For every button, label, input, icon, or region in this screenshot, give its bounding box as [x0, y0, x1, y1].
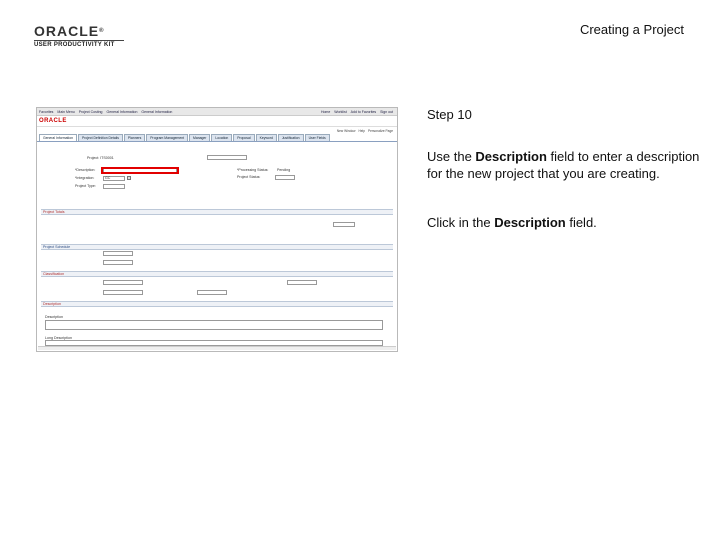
application-screenshot: Favorites Main Menu Project Costing Gene… — [36, 107, 398, 352]
classification-field-1[interactable] — [103, 280, 143, 285]
classification-field-4[interactable] — [287, 280, 317, 285]
step-click-instruction: Click in the Description field. — [427, 215, 707, 230]
nav-right-links: Home Worklist Add to Favorites Sign out — [321, 110, 397, 114]
description-textarea[interactable] — [45, 320, 383, 330]
step-click-part2: field. — [565, 215, 597, 230]
nav-item-favorites[interactable]: Favorites — [39, 110, 53, 114]
processing-status-label: *Processing Status: — [237, 168, 269, 172]
nav-link-home[interactable]: Home — [321, 110, 330, 114]
nav-item-general-information-2[interactable]: General Information — [141, 110, 172, 114]
integration-label: *Integration: — [75, 176, 95, 180]
app-brand-bar: ORACLE — [37, 116, 397, 127]
description-field-highlight — [101, 167, 179, 174]
tab-manager[interactable]: Manager — [189, 134, 211, 141]
integration-value: GC — [105, 176, 111, 180]
util-new-window[interactable]: New Window — [337, 129, 356, 133]
step-desc-bold: Description — [475, 149, 547, 164]
nav-link-add-favorites[interactable]: Add to Favorites — [351, 110, 376, 114]
step-description: Use the Description field to enter a des… — [427, 148, 707, 182]
step-click-part1: Click in the — [427, 215, 495, 230]
tab-planners[interactable]: Planners — [123, 134, 146, 141]
tab-user-fields[interactable]: User Fields — [304, 134, 330, 141]
app-oracle-logo: ORACLE — [39, 118, 67, 124]
util-personalize[interactable]: Personalize Page — [368, 129, 393, 133]
app-utility-links: New Window Help Personalize Page — [37, 127, 397, 134]
util-help[interactable]: Help — [358, 129, 365, 133]
nav-link-worklist[interactable]: Worklist — [334, 110, 346, 114]
project-id-label: Project: ITS0001 — [87, 156, 114, 160]
document-title: Creating a Project — [579, 22, 684, 37]
integration-lookup-icon[interactable] — [127, 176, 131, 180]
section-project-totals: Project Totals — [41, 209, 393, 215]
page-tabs: General Information Project Definition D… — [37, 134, 397, 142]
logo-brand-text: ORACLE — [34, 23, 100, 39]
horizontal-scrollbar[interactable] — [38, 346, 396, 350]
app-navigation-bar: Favorites Main Menu Project Costing Gene… — [37, 108, 397, 116]
project-status-label: Project Status: — [237, 175, 261, 179]
nav-item-main-menu[interactable]: Main Menu — [57, 110, 74, 114]
step-click-bold: Description — [494, 215, 566, 230]
oracle-wordmark: ORACLE® — [34, 24, 124, 38]
classification-field-2[interactable] — [103, 290, 143, 295]
totals-select[interactable] — [333, 222, 355, 227]
tab-justification[interactable]: Justification — [277, 134, 304, 141]
description-field-caption: Description — [45, 315, 63, 319]
schedule-select-1[interactable] — [103, 251, 133, 256]
section-description: Description — [41, 301, 393, 307]
tab-program-management[interactable]: Program Management — [146, 134, 189, 141]
tab-location[interactable]: Location — [211, 134, 233, 141]
classification-field-3[interactable] — [197, 290, 227, 295]
nav-link-sign-out[interactable]: Sign out — [380, 110, 393, 114]
logo-subtitle: USER PRODUCTIVITY KIT — [34, 40, 124, 48]
processing-status-value: Pending — [277, 168, 291, 172]
schedule-date-field[interactable] — [103, 260, 133, 265]
tab-project-definition[interactable]: Project Definition Details — [77, 134, 123, 141]
project-lookup-field[interactable] — [207, 155, 247, 160]
nav-item-project-costing[interactable]: Project Costing — [79, 110, 103, 114]
tab-keyword[interactable]: Keyword — [255, 134, 277, 141]
step-desc-part1: Use the — [427, 149, 476, 164]
project-status-input[interactable] — [275, 175, 295, 180]
oracle-upk-logo: ORACLE® USER PRODUCTIVITY KIT — [34, 24, 124, 48]
tab-proposal[interactable]: Proposal — [233, 134, 255, 141]
description-label: *Description: — [75, 168, 96, 172]
project-type-input[interactable] — [103, 184, 125, 189]
section-classification: Classification — [41, 271, 393, 277]
step-title: Step 10 — [427, 107, 472, 122]
nav-item-general-information[interactable]: General Information — [106, 110, 137, 114]
section-project-schedule: Project Schedule — [41, 244, 393, 250]
logo-registered-mark: ® — [99, 28, 105, 34]
project-type-label: Project Type: — [75, 184, 96, 188]
tab-general-information[interactable]: General Information — [39, 134, 77, 141]
